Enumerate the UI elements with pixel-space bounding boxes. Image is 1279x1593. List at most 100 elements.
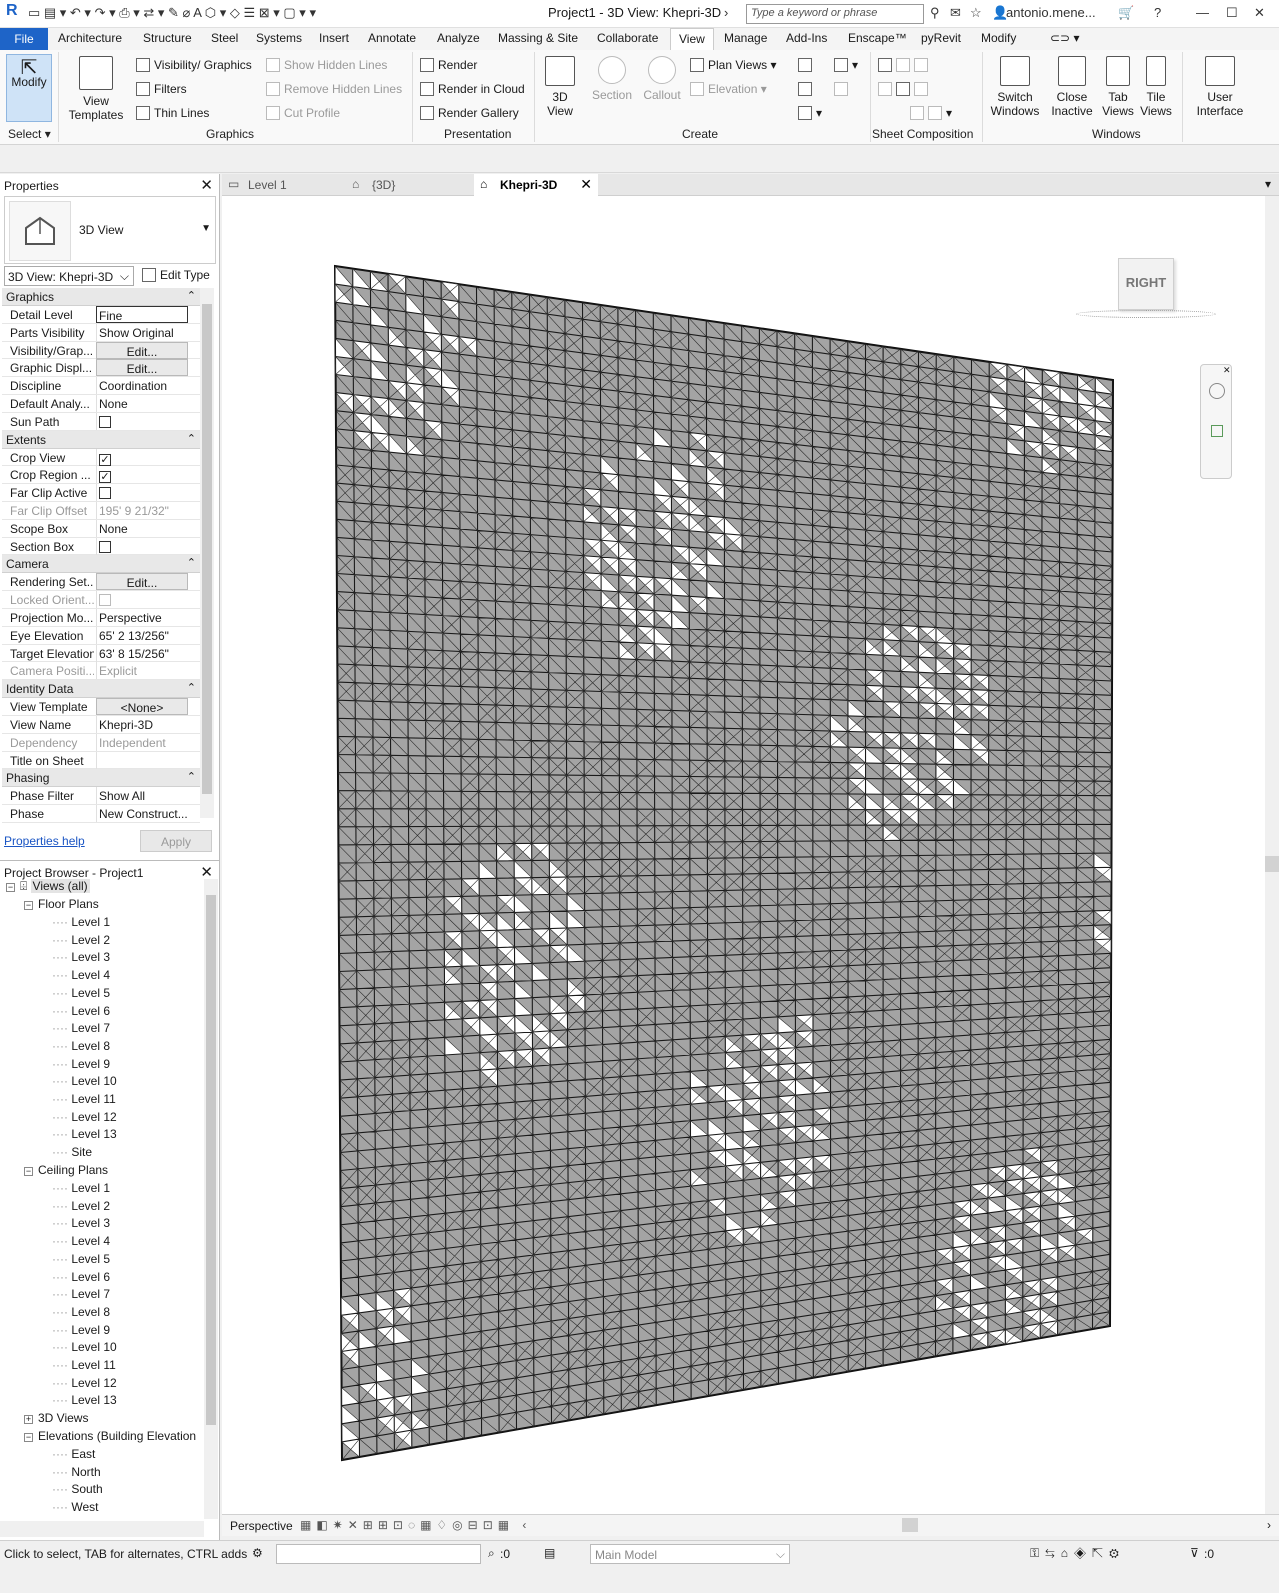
- tab-architecture[interactable]: Architecture: [58, 31, 122, 45]
- communication-icon[interactable]: ✉: [950, 5, 961, 21]
- prop-far-clip-active[interactable]: Far Clip Active: [2, 484, 200, 502]
- tree-floor-plan-level-9[interactable]: ···· Level 9: [52, 1057, 110, 1071]
- prop-discipline[interactable]: Discipline Coordination: [2, 377, 200, 395]
- tree-ceiling-plan-level-8[interactable]: ···· Level 8: [52, 1305, 110, 1319]
- steering-wheel-icon[interactable]: [1209, 383, 1225, 399]
- maximize-icon[interactable]: ☐: [1226, 5, 1238, 21]
- crop-view-checkbox[interactable]: ✓: [99, 453, 111, 466]
- prop-sun-path[interactable]: Sun Path: [2, 412, 200, 431]
- type-selector[interactable]: 3D View ▼: [4, 196, 216, 264]
- tab-manage[interactable]: Manage: [724, 31, 767, 45]
- search-expand-icon[interactable]: ›: [724, 5, 728, 20]
- elevation-button[interactable]: Elevation ▾: [690, 82, 767, 96]
- tree-floor-plan-level-10[interactable]: ···· Level 10: [52, 1074, 117, 1088]
- properties-help-link[interactable]: Properties help: [4, 834, 85, 848]
- prop-crop-view[interactable]: Crop View ✓: [2, 448, 200, 467]
- apply-button[interactable]: Apply: [140, 830, 212, 852]
- collapse-icon[interactable]: ⌃: [187, 556, 196, 569]
- prop-projection-mode[interactable]: Projection Mo... Perspective: [2, 608, 200, 627]
- tree-elevation-east[interactable]: ···· East: [52, 1447, 95, 1461]
- sun-path-checkbox[interactable]: [99, 415, 111, 428]
- worksets-icon[interactable]: ⚙: [252, 1546, 263, 1560]
- tree-floor-plan-level-6[interactable]: ···· Level 6: [52, 1004, 110, 1018]
- tree-ceiling-plan-level-13[interactable]: ···· Level 13: [52, 1393, 117, 1407]
- switch-windows-button[interactable]: Switch Windows: [990, 56, 1040, 118]
- user-interface-button[interactable]: User Interface: [1190, 56, 1250, 118]
- browser-horizontal-scrollbar[interactable]: [0, 1521, 204, 1537]
- star-icon[interactable]: ☆: [970, 5, 982, 21]
- ribbon-options-icon[interactable]: ⊂⊃ ▾: [1050, 31, 1079, 45]
- tree-ceiling-plan-level-10[interactable]: ···· Level 10: [52, 1340, 117, 1354]
- legends-icon[interactable]: ▾: [798, 106, 822, 120]
- close-tab-icon[interactable]: ✕: [580, 176, 592, 193]
- binoculars-icon[interactable]: ⚲: [930, 5, 940, 21]
- duplicate-view-icon[interactable]: [798, 82, 816, 96]
- tab-steel[interactable]: Steel: [211, 31, 238, 45]
- render-button[interactable]: Render: [420, 58, 477, 72]
- thin-lines-button[interactable]: Thin Lines: [136, 106, 209, 120]
- revit-logo-icon[interactable]: R: [6, 2, 18, 20]
- tab-modify[interactable]: Modify: [981, 31, 1016, 45]
- tree-ceiling-plan-level-6[interactable]: ···· Level 6: [52, 1270, 110, 1284]
- collapse-toggle-icon[interactable]: −: [24, 1433, 33, 1442]
- tree-floor-plan-level-11[interactable]: ···· Level 11: [52, 1092, 116, 1106]
- projection-mode-label[interactable]: Perspective: [230, 1519, 293, 1533]
- collapse-icon[interactable]: ⌃: [187, 289, 196, 302]
- collapse-icon[interactable]: ⌃: [187, 432, 196, 445]
- section-identity-data[interactable]: Identity Data ⌃: [2, 680, 200, 699]
- tree-3d-views[interactable]: +3D Views: [24, 1411, 88, 1425]
- workset-select[interactable]: [276, 1544, 481, 1564]
- browser-scrollbar[interactable]: [204, 879, 218, 1519]
- plan-views-button[interactable]: Plan Views ▾: [690, 58, 777, 72]
- tree-floor-plan-level-7[interactable]: ···· Level 7: [52, 1021, 110, 1035]
- scrollbar-thumb[interactable]: [202, 304, 212, 794]
- viewcube[interactable]: RIGHT: [1072, 254, 1220, 324]
- tab-collaborate[interactable]: Collaborate: [597, 31, 658, 45]
- render-gallery-button[interactable]: Render Gallery: [420, 106, 519, 120]
- callout-button[interactable]: Callout: [640, 56, 684, 102]
- view-control-icons[interactable]: ▦◧✷✕⊞⊞⊡◌▦♢◎⊟⊡▦ ‹: [300, 1518, 531, 1532]
- tab-structure[interactable]: Structure: [143, 31, 192, 45]
- tree-floor-plan-level-3[interactable]: ···· Level 3: [52, 950, 110, 964]
- guide-grid-icon[interactable]: ▾: [910, 106, 952, 120]
- tab-views-button[interactable]: Tab Views: [1100, 56, 1136, 118]
- tree-ceiling-plan-level-7[interactable]: ···· Level 7: [52, 1287, 110, 1301]
- prop-view-template[interactable]: View Template <None>: [2, 698, 200, 716]
- tree-ceiling-plans[interactable]: − Ceiling Plans: [24, 1163, 108, 1177]
- minimize-icon[interactable]: —: [1196, 5, 1209, 20]
- editable-only-icon[interactable]: ⌕: [488, 1546, 495, 1561]
- crop-region-checkbox[interactable]: ✓: [99, 471, 111, 484]
- visibility-graphics-button[interactable]: Visibility/ Graphics: [136, 58, 252, 72]
- schedules-icon[interactable]: ▾: [834, 58, 858, 72]
- quick-access-toolbar[interactable]: ▭ ▤ ▾ ↶ ▾ ↷ ▾ ⎙ ▾ ⇄ ▾ ✎ ⌀ A ⬡ ▾ ◇ ☰ ⊠ ▾ …: [28, 5, 316, 21]
- tile-views-button[interactable]: Tile Views: [1138, 56, 1174, 118]
- tree-ceiling-plan-level-2[interactable]: ···· Level 2: [52, 1199, 110, 1213]
- prop-phase[interactable]: Phase New Construct...: [2, 805, 200, 823]
- section-extents[interactable]: Extents ⌃: [2, 430, 200, 449]
- expand-toggle-icon[interactable]: +: [24, 1415, 33, 1424]
- tree-floor-plan-level-12[interactable]: ···· Level 12: [52, 1110, 117, 1124]
- edit-button[interactable]: Edit...: [96, 359, 188, 377]
- prop-eye-elevation[interactable]: Eye Elevation 65' 2 13/256": [2, 626, 200, 645]
- filter-icon[interactable]: ⊽: [1190, 1546, 1199, 1560]
- tab-add-ins[interactable]: Add-Ins: [786, 31, 827, 45]
- tree-ceiling-plan-level-11[interactable]: ···· Level 11: [52, 1358, 116, 1372]
- tab-analyze[interactable]: Analyze: [437, 31, 480, 45]
- viewcube-face-right[interactable]: RIGHT: [1118, 258, 1174, 310]
- section-phasing[interactable]: Phasing ⌃: [2, 769, 200, 788]
- tree-floor-plan-site[interactable]: ···· Site: [52, 1145, 92, 1159]
- tab-enscape[interactable]: Enscape™: [848, 31, 907, 45]
- view-vertical-scrollbar[interactable]: [1265, 196, 1279, 1514]
- modify-button[interactable]: ⇱ Modify: [6, 54, 52, 122]
- tree-views-all[interactable]: − ⌹ Views (all): [6, 879, 90, 894]
- far-clip-checkbox[interactable]: [99, 487, 111, 500]
- collapse-toggle-icon[interactable]: −: [24, 1167, 33, 1176]
- scroll-right-icon[interactable]: ›: [1267, 1518, 1271, 1532]
- tree-elevations[interactable]: − Elevations (Building Elevation: [24, 1429, 196, 1443]
- prop-section-box[interactable]: Section Box: [2, 537, 200, 556]
- tree-floor-plan-level-13[interactable]: ···· Level 13: [52, 1127, 117, 1141]
- viewcube-compass-ring[interactable]: [1076, 310, 1216, 318]
- tab-insert[interactable]: Insert: [319, 31, 349, 45]
- zoom-region-icon[interactable]: [1211, 425, 1223, 437]
- view-tab-khepri-3d[interactable]: ⌂ Khepri-3D ✕: [474, 174, 598, 196]
